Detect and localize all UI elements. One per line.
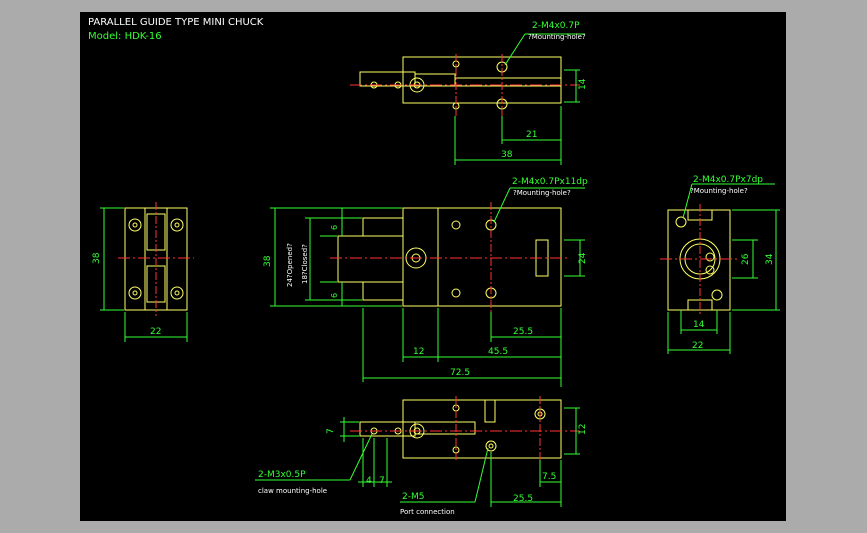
right-dim-22: 22: [692, 341, 703, 351]
bottom-dim-12: 12: [578, 424, 588, 435]
bottom-dim-7b: 7: [379, 476, 385, 486]
drawing-title: PARALLEL GUIDE TYPE MINI CHUCK: [88, 17, 264, 28]
bottom-dim-4: 4: [366, 476, 372, 486]
bottom-port-callout: 2-M5: [402, 492, 424, 502]
right-dim-34: 34: [765, 253, 775, 265]
bottom-dim-7-5: 7.5: [542, 472, 556, 482]
front-dim-38: 38: [263, 255, 273, 267]
front-dim-25-5: 25.5: [513, 327, 533, 337]
right-view: [660, 183, 780, 354]
model-label: Model: HDK-16: [88, 31, 162, 42]
top-view: [350, 33, 585, 165]
front-dim-12: 12: [413, 347, 424, 357]
left-dim-22: 22: [150, 327, 161, 337]
drawing-sheet: PARALLEL GUIDE TYPE MINI CHUCK Model: HD…: [80, 12, 786, 521]
front-callout-sub: ?Mounting-hole?: [513, 189, 571, 197]
technical-drawing: PARALLEL GUIDE TYPE MINI CHUCK Model: HD…: [88, 17, 780, 516]
right-dim-14: 14: [693, 320, 705, 330]
right-callout: 2-M4x0.7Px7dp: [693, 175, 763, 185]
front-dim-6a: 6: [330, 225, 339, 230]
front-dim-opened: 24?Opened?: [286, 243, 294, 287]
bottom-claw-callout-sub: claw mounting-hole: [258, 487, 327, 495]
bottom-port-callout-sub: Port connection: [400, 508, 455, 516]
front-callout: 2-M4x0.7Px11dp: [512, 177, 588, 187]
top-dim-38: 38: [501, 150, 513, 160]
bottom-dim-7: 7: [326, 428, 336, 434]
right-dim-26: 26: [741, 253, 751, 265]
front-dim-6b: 6: [330, 293, 339, 298]
right-callout-sub: ?Mounting-hole?: [690, 187, 748, 195]
front-dim-closed: 18?Closed?: [301, 244, 309, 284]
bottom-dim-25-5: 25.5: [513, 494, 533, 504]
front-view: [270, 187, 585, 387]
front-dim-45-5: 45.5: [488, 347, 508, 357]
top-dim-height: 14: [578, 78, 588, 90]
top-dim-21: 21: [526, 130, 537, 140]
front-dim-24: 24: [578, 252, 588, 264]
top-callout-sub: ?Mounting-hole?: [528, 33, 586, 41]
left-dim-38: 38: [92, 252, 102, 264]
left-view: [100, 202, 194, 342]
front-dim-72-5: 72.5: [450, 368, 470, 378]
top-callout: 2-M4x0.7P: [532, 21, 580, 31]
bottom-claw-callout: 2-M3x0.5P: [258, 470, 306, 480]
